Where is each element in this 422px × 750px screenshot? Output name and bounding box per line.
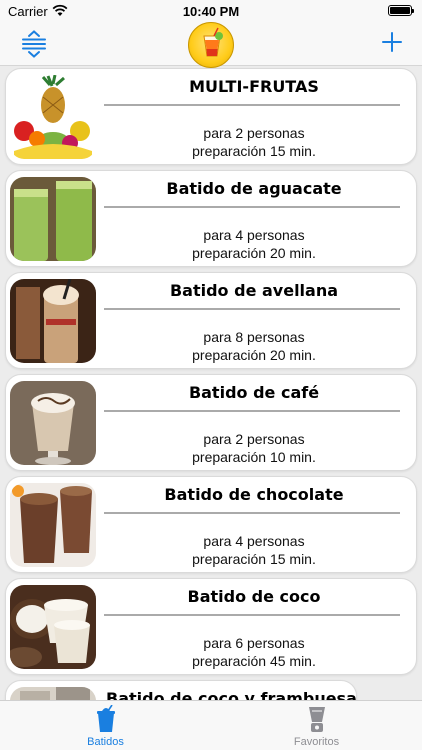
fruit-basket-photo [10, 75, 96, 159]
tab-label: Favoritos [293, 736, 340, 748]
recipe-title: Batido de avellana [169, 281, 339, 300]
recipe-prep-time: preparación 45 min. [192, 653, 316, 669]
navigation-bar [0, 22, 422, 68]
recipe-title: Batido de chocolate [164, 485, 344, 504]
recipe-prep-time: preparación 10 min. [192, 449, 316, 465]
coconut-shake-photo [10, 585, 96, 669]
divider [104, 104, 400, 106]
tab-bar: Batidos Favoritos [0, 700, 422, 750]
divider [104, 614, 400, 616]
recipe-servings: para 6 personas [203, 635, 305, 651]
recipe-title: Batido de aguacate [166, 179, 342, 198]
plus-icon [382, 32, 402, 52]
sort-list-button[interactable] [20, 30, 48, 58]
recipe-servings: para 4 personas [203, 533, 305, 549]
recipe-card[interactable]: Batido de chocolate para 4 personas prep… [5, 476, 417, 573]
recipe-prep-time: preparación 20 min. [192, 347, 316, 363]
hazelnut-shake-photo [10, 279, 96, 363]
tab-label: Batidos [87, 736, 124, 748]
recipe-card[interactable]: Batido de café para 2 personas preparaci… [5, 374, 417, 471]
add-recipe-button[interactable] [380, 30, 404, 54]
recipe-card[interactable]: Batido de coco para 6 personas preparaci… [5, 578, 417, 675]
recipe-title: Batido de café [188, 383, 320, 402]
tab-favoritos[interactable]: Favoritos [211, 701, 422, 750]
recipe-card[interactable]: Batido de coco y frambuesa [5, 680, 357, 700]
chocolate-shake-photo [10, 483, 96, 567]
recipe-servings: para 2 personas [203, 125, 305, 141]
recipe-servings: para 2 personas [203, 431, 305, 447]
divider [104, 512, 400, 514]
recipe-title: Batido de coco [187, 587, 321, 606]
divider [104, 410, 400, 412]
recipe-title: Batido de coco y frambuesa [106, 689, 357, 700]
recipe-servings: para 4 personas [203, 227, 305, 243]
coconut-raspberry-shake-photo [10, 687, 96, 700]
clock: 10:40 PM [182, 4, 240, 19]
recipe-card[interactable]: Batido de aguacate para 4 personas prepa… [5, 170, 417, 267]
recipe-card[interactable]: Batido de avellana para 8 personas prepa… [5, 272, 417, 369]
recipe-title: MULTI-FRUTAS [189, 77, 319, 96]
blender-icon [309, 707, 325, 732]
recipe-prep-time: preparación 15 min. [192, 143, 316, 159]
status-bar: Carrier 10:40 PM [0, 0, 422, 22]
divider [104, 206, 400, 208]
recipe-card[interactable]: MULTI-FRUTAS para 2 personas preparación… [5, 68, 417, 165]
tab-batidos[interactable]: Batidos [0, 701, 211, 750]
smoothie-glass-logo [188, 22, 234, 68]
battery-icon [388, 5, 414, 16]
avocado-shake-photo [10, 177, 96, 261]
recipe-servings: para 8 personas [203, 329, 305, 345]
recipe-list[interactable]: MULTI-FRUTAS para 2 personas preparación… [0, 66, 422, 700]
coffee-shake-photo [10, 381, 96, 465]
recipe-prep-time: preparación 20 min. [192, 245, 316, 261]
cup-icon [97, 705, 115, 732]
divider [104, 308, 400, 310]
recipe-prep-time: preparación 15 min. [192, 551, 316, 567]
sort-list-icon [22, 30, 46, 58]
